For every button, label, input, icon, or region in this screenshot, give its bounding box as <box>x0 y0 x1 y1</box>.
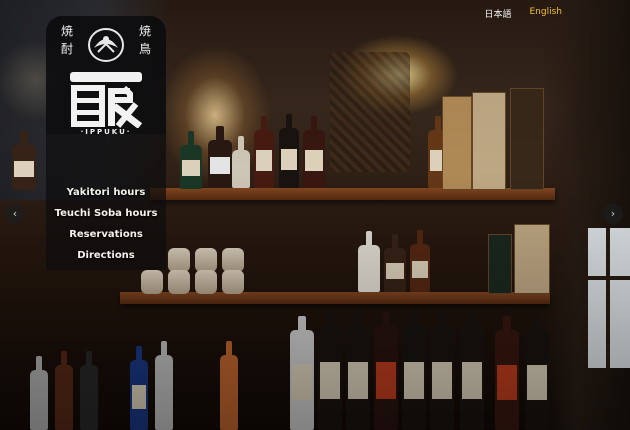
language-switcher: 日本語 English <box>484 7 562 20</box>
menu-teuchi-soba-hours[interactable]: Teuchi Soba hours <box>46 203 166 224</box>
chevron-right-icon[interactable]: › <box>603 204 623 224</box>
crest-icon <box>88 28 124 62</box>
chevron-left-icon[interactable]: ‹ <box>5 204 25 224</box>
kanji-yakitori: 焼鳥 <box>138 24 151 56</box>
logo-card[interactable]: 焼酎 焼鳥 一服 ·IPPUKU· <box>46 16 166 136</box>
menu-directions[interactable]: Directions <box>46 245 166 266</box>
main-menu: Yakitori hours Teuchi Soba hours Reserva… <box>46 182 166 266</box>
language-english-link[interactable]: English <box>530 7 563 20</box>
kanji-shochu: 焼酎 <box>60 24 73 56</box>
language-japanese-link[interactable]: 日本語 <box>484 7 511 20</box>
menu-reservations[interactable]: Reservations <box>46 224 166 245</box>
menu-yakitori-hours[interactable]: Yakitori hours <box>46 182 166 203</box>
ippuku-logo-icon <box>70 72 143 128</box>
